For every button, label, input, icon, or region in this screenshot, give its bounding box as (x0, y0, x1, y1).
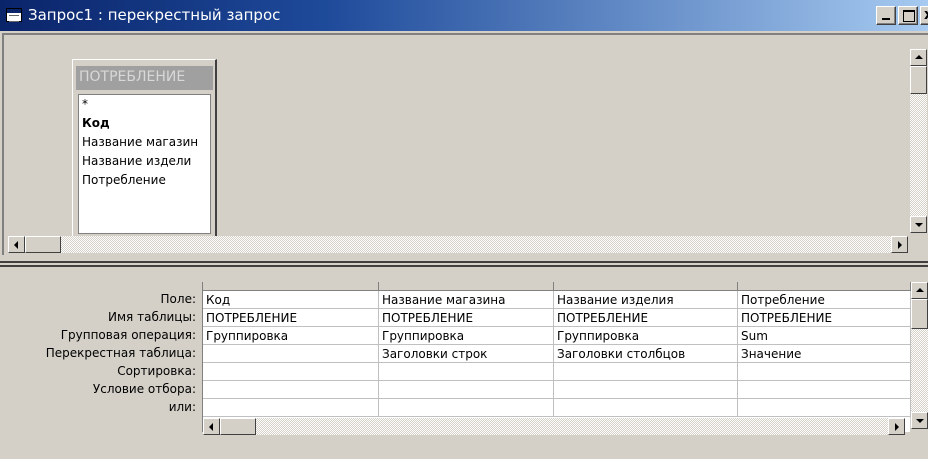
grid-cell-group[interactable]: Группировка (379, 327, 554, 345)
horizontal-scroll-thumb[interactable] (25, 236, 61, 253)
grid-scroll-up-button[interactable] (911, 282, 928, 299)
field-list[interactable]: * Код Название магазин Название издели П… (78, 94, 211, 234)
grid-cell-sort[interactable] (554, 363, 738, 381)
field-item-all[interactable]: * (79, 95, 210, 114)
grid-scroll-left-button[interactable] (203, 418, 220, 435)
column-selector[interactable] (554, 282, 738, 291)
column-selector[interactable] (738, 282, 911, 291)
grid-cell-crosstab[interactable]: Заголовки столбцов (554, 345, 738, 363)
grid-cell-criteria[interactable] (554, 381, 738, 399)
grid-cell-sort[interactable] (738, 363, 911, 381)
pane-splitter[interactable] (0, 258, 928, 270)
vertical-scroll-thumb[interactable] (910, 66, 927, 94)
query-design-grid[interactable]: Код ПОТРЕБЛЕНИЕ Группировка Название маг… (202, 282, 911, 435)
row-label-group: Групповая операция: (60, 328, 196, 342)
grid-scroll-right-button[interactable] (888, 418, 905, 435)
grid-cell-table[interactable]: ПОТРЕБЛЕНИЕ (379, 309, 554, 327)
grid-cell-sort[interactable] (203, 363, 379, 381)
grid-vertical-scroll-track[interactable] (911, 329, 928, 412)
grid-cell-group[interactable]: Группировка (554, 327, 738, 345)
scroll-down-button[interactable] (910, 216, 927, 233)
grid-vertical-scroll-thumb[interactable] (911, 299, 928, 329)
field-item-consumption[interactable]: Потребление (79, 171, 210, 190)
grid-cell-sort[interactable] (379, 363, 554, 381)
scroll-up-button[interactable] (910, 49, 927, 66)
design-grid-pane: Поле: Имя таблицы: Групповая операция: П… (0, 272, 928, 459)
close-icon: x (924, 7, 928, 23)
grid-cell-crosstab[interactable]: Значение (738, 345, 911, 363)
close-button[interactable]: x (920, 6, 928, 25)
column-selector[interactable] (379, 282, 554, 291)
row-label-criteria: Условие отбора: (92, 382, 196, 396)
table-name[interactable]: ПОТРЕБЛЕНИЕ (76, 66, 213, 90)
grid-cell-field[interactable]: Потребление (738, 291, 911, 309)
table-pane[interactable]: ПОТРЕБЛЕНИЕ * Код Название магазин Назва… (2, 33, 928, 255)
grid-cell-crosstab[interactable] (203, 345, 379, 363)
row-label-table: Имя таблицы: (108, 310, 196, 324)
column-selector[interactable] (203, 282, 379, 291)
grid-cell-table[interactable]: ПОТРЕБЛЕНИЕ (203, 309, 379, 327)
field-item-store-name[interactable]: Название магазин (79, 133, 210, 152)
minimize-button[interactable] (876, 6, 896, 25)
grid-cell-field[interactable]: Название изделия (554, 291, 738, 309)
window-title: Запрос1 : перекрестный запрос (28, 6, 281, 24)
query-window: Запрос1 : перекрестный запрос x ПОТРЕБЛЕ… (0, 0, 928, 459)
grid-cell-or[interactable] (379, 399, 554, 417)
grid-horizontal-scroll-thumb[interactable] (220, 418, 256, 435)
grid-cell-table[interactable]: ПОТРЕБЛЕНИЕ (738, 309, 911, 327)
row-label-field: Поле: (160, 292, 196, 306)
grid-cell-or[interactable] (203, 399, 379, 417)
grid-cell-group[interactable]: Sum (738, 327, 911, 345)
scroll-left-button[interactable] (8, 236, 25, 253)
grid-cell-crosstab[interactable]: Заголовки строк (379, 345, 554, 363)
grid-cell-criteria[interactable] (738, 381, 911, 399)
grid-cell-criteria[interactable] (379, 381, 554, 399)
horizontal-scroll-track[interactable] (61, 236, 891, 253)
grid-horizontal-scroll-track[interactable] (256, 418, 888, 435)
grid-cell-table[interactable]: ПОТРЕБЛЕНИЕ (554, 309, 738, 327)
table-field-list-window[interactable]: ПОТРЕБЛЕНИЕ * Код Название магазин Назва… (72, 59, 217, 239)
grid-cell-or[interactable] (554, 399, 738, 417)
row-label-crosstab: Перекрестная таблица: (45, 346, 196, 360)
scroll-right-button[interactable] (891, 236, 908, 253)
grid-cell-field[interactable]: Название магазина (379, 291, 554, 309)
row-label-or: или: (168, 400, 196, 414)
maximize-button[interactable] (898, 6, 918, 25)
query-window-icon[interactable] (6, 8, 22, 22)
title-bar[interactable]: Запрос1 : перекрестный запрос x (0, 0, 928, 31)
grid-cell-field[interactable]: Код (203, 291, 379, 309)
field-item-key[interactable]: Код (79, 114, 210, 133)
field-item-product-name[interactable]: Название издели (79, 152, 210, 171)
vertical-scroll-track[interactable] (910, 94, 927, 216)
grid-cell-criteria[interactable] (203, 381, 379, 399)
row-label-sort: Сортировка: (117, 364, 196, 378)
grid-cell-or[interactable] (738, 399, 911, 417)
grid-scroll-down-button[interactable] (911, 412, 928, 429)
grid-cell-group[interactable]: Группировка (203, 327, 379, 345)
